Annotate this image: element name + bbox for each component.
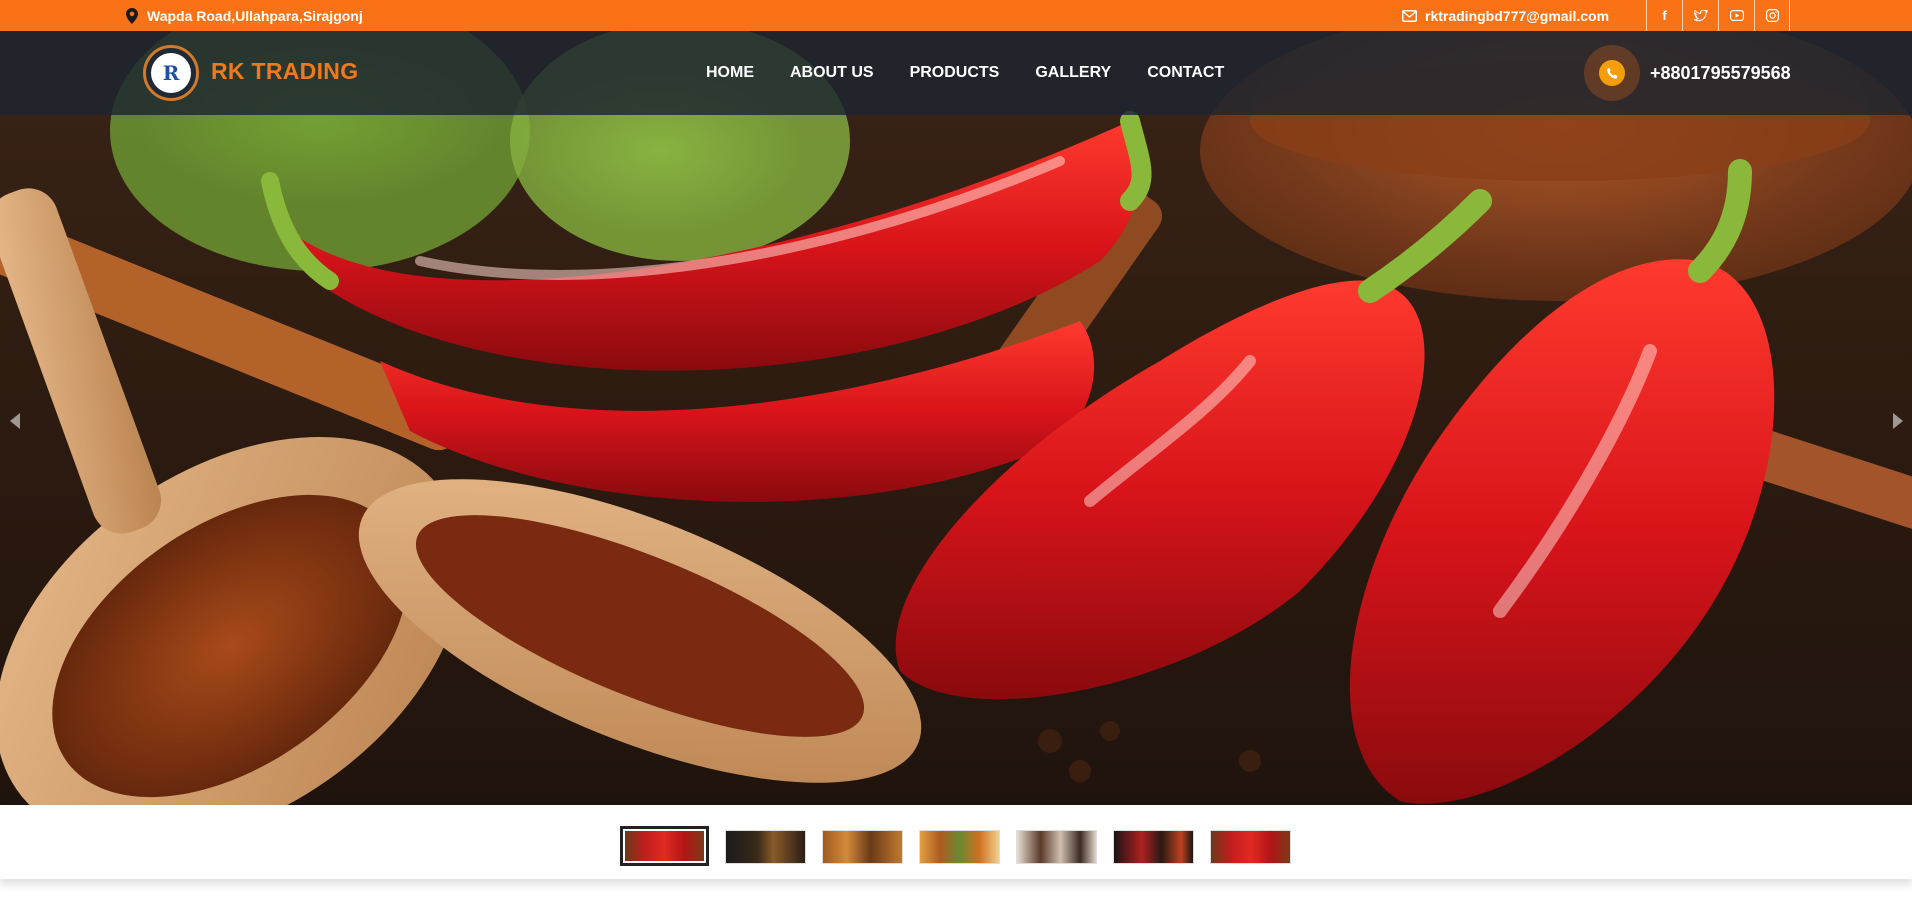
top-info-bar: Wapda Road,Ullahpara,Sirajgonj rktrading… — [0, 0, 1912, 31]
thumbnail-1[interactable] — [620, 826, 709, 866]
youtube-icon[interactable] — [1718, 0, 1754, 31]
nav-item-contact[interactable]: CONTACT — [1147, 64, 1224, 82]
prev-arrow-icon[interactable] — [10, 413, 20, 429]
thumbnail-2[interactable] — [725, 830, 806, 864]
social-links: f — [1646, 0, 1790, 31]
thumbnail-list — [620, 826, 1291, 866]
logo[interactable]: R — [143, 45, 199, 101]
nav-item-gallery[interactable]: GALLERY — [1035, 64, 1111, 82]
address-block: Wapda Road,Ullahpara,Sirajgonj — [126, 0, 363, 31]
thumbnail-5[interactable] — [1016, 830, 1097, 864]
logo-mark: R — [151, 53, 191, 93]
nav-menu: HOME ABOUT US PRODUCTS GALLERY CONTACT — [706, 31, 1224, 115]
email-text[interactable]: rktradingbd777@gmail.com — [1425, 8, 1609, 24]
phone-icon-ring — [1584, 45, 1640, 101]
hero-slider[interactable] — [0, 31, 1912, 805]
phone-number[interactable]: +8801795579568 — [1650, 63, 1791, 84]
hero-slide-image — [0, 31, 1912, 805]
map-pin-icon — [126, 7, 138, 24]
email-block[interactable]: rktradingbd777@gmail.com — [1402, 0, 1609, 31]
thumbnail-3[interactable] — [822, 830, 903, 864]
slider-thumbnails — [0, 805, 1912, 879]
phone-icon — [1599, 60, 1625, 86]
phone-block[interactable]: +8801795579568 — [1584, 45, 1791, 101]
nav-item-home[interactable]: HOME — [706, 64, 754, 82]
thumbnail-7[interactable] — [1210, 830, 1291, 864]
facebook-icon[interactable]: f — [1646, 0, 1682, 31]
thumbnail-6[interactable] — [1113, 830, 1194, 864]
thumbnail-4[interactable] — [919, 830, 1000, 864]
twitter-icon[interactable] — [1682, 0, 1718, 31]
next-arrow-icon[interactable] — [1893, 413, 1903, 429]
nav-item-about-us[interactable]: ABOUT US — [790, 64, 874, 82]
address-text: Wapda Road,Ullahpara,Sirajgonj — [147, 7, 363, 24]
brand-name[interactable]: RK TRADING — [211, 58, 358, 85]
main-navbar: R RK TRADING HOME ABOUT US PRODUCTS GALL… — [0, 31, 1912, 115]
instagram-icon[interactable] — [1754, 0, 1790, 31]
nav-item-products[interactable]: PRODUCTS — [910, 64, 1000, 82]
mail-icon — [1402, 9, 1417, 22]
